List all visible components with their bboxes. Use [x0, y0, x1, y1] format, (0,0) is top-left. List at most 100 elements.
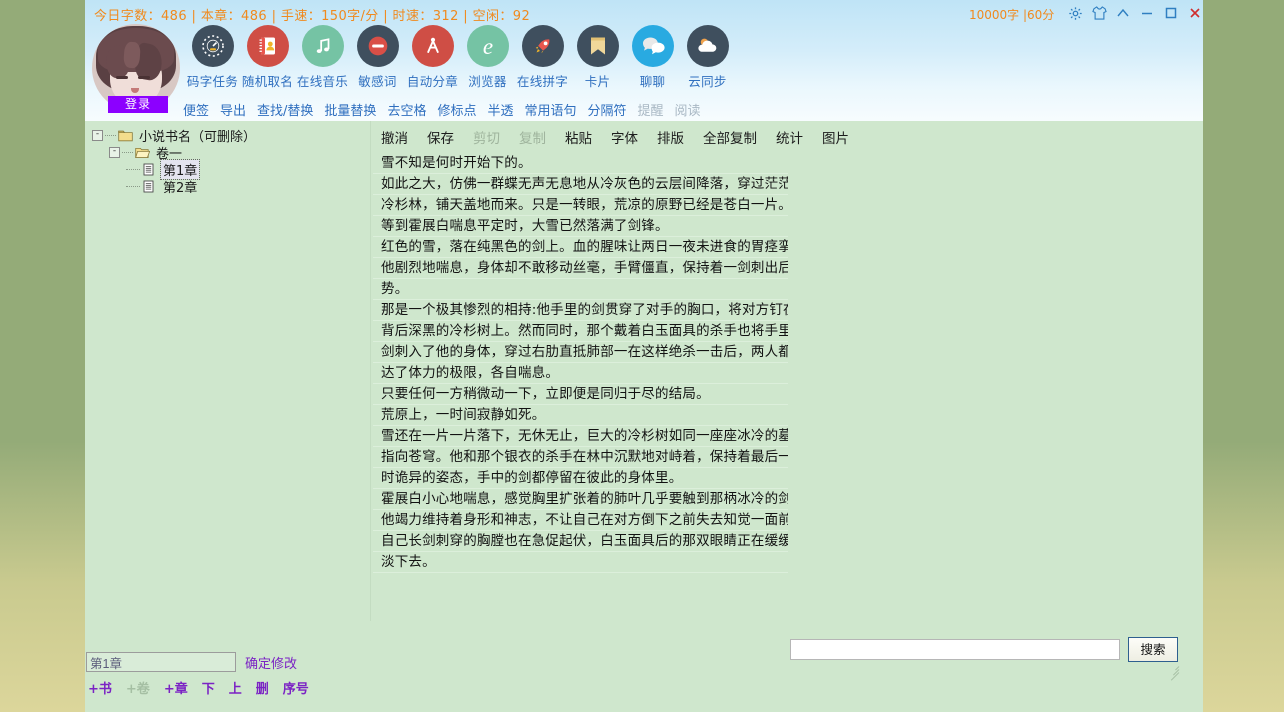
tree-node-book[interactable]: - 小说书名（可删除） — [85, 127, 370, 145]
editor-line: 冷杉林，铺天盖地而来。只是一转眼，荒凉的原野已经是苍白一片。 — [373, 195, 788, 216]
move-up-button[interactable]: 上 — [229, 678, 242, 697]
avatar[interactable]: 登录 — [92, 24, 182, 114]
editor-line: 红色的雪，落在纯黑色的剑上。血的腥味让两日一夜未进食的胃痉挛起来， — [373, 237, 788, 258]
image-button[interactable]: 图片 — [822, 127, 849, 147]
copy-all-button[interactable]: 全部复制 — [703, 127, 757, 147]
toolbar-label-8: 聊聊 — [639, 74, 666, 89]
volume-expander-icon[interactable]: - — [109, 147, 120, 158]
undo-button[interactable]: 撤消 — [381, 127, 408, 147]
confirm-modify-button[interactable]: 确定修改 — [245, 653, 297, 672]
editor-line: 荒原上，一时间寂静如死。 — [373, 405, 788, 426]
add-chapter-button[interactable]: +章 — [164, 678, 188, 697]
toolbar-item-6[interactable]: 在线拼字 — [515, 25, 570, 90]
svg-text:e: e — [482, 34, 492, 59]
toolbar-item-7[interactable]: 卡片 — [570, 25, 625, 90]
editor-line: 雪还在一片一片落下，无休无止，巨大的冷杉树如同一座座冰冷的墓碑 — [373, 426, 788, 447]
status-bar: 今日字数：486 | 本章：486 | 手速：150字/分 | 时速：312 |… — [85, 0, 1203, 26]
font-button[interactable]: 字体 — [611, 127, 638, 147]
shirt-icon[interactable] — [1087, 2, 1111, 24]
editor-line: 霍展白小心地喘息，感觉胸里扩张着的肺叶几乎要触到那柄冰冷的剑。 — [373, 489, 788, 510]
toolbar-item-3[interactable]: 敏感词 — [350, 25, 405, 90]
editor-line: 剑刺入了他的身体，穿过右肋直抵肺部一在这样绝杀一击后，两人都到 — [373, 342, 788, 363]
add-volume-button: +卷 — [125, 681, 150, 697]
editor-line: 时诡异的姿态，手中的剑都停留在彼此的身体里。 — [373, 468, 788, 489]
toolbar-label-1: 随机取名 — [241, 74, 294, 89]
toolbar-item-0[interactable]: 码字任务 — [185, 25, 240, 90]
window-controls — [1063, 2, 1203, 24]
add-book-button[interactable]: +书 — [88, 678, 112, 697]
link-separator[interactable]: 分隔符 — [588, 100, 627, 119]
toolbar-icon-row: 码字任务 随机取名 在线音乐 敏感词 自动分章 e 浏览器 在线拼字 卡片 聊聊… — [185, 25, 735, 95]
link-batch-replace[interactable]: 批量替换 — [324, 100, 376, 119]
chat-bubble-icon — [631, 25, 674, 67]
editor-line: 那是一个极其惨烈的相持:他手里的剑贯穿了对手的胸口，将对方钉在了 — [373, 300, 788, 321]
quota-text: 10000字 |60分 — [969, 8, 1055, 22]
link-remove-spaces[interactable]: 去空格 — [387, 100, 426, 119]
editor-line: 等到霍展白喘息平定时，大雪已然落满了剑锋。 — [373, 216, 788, 237]
tree-node-chapter-1[interactable]: 第1章 — [85, 159, 370, 180]
rocket-icon — [521, 25, 564, 67]
editor-line: 指向苍穹。他和那个银衣的杀手在林中沉默地对峙着，保持着最后一击 — [373, 447, 788, 468]
editor-line: 达了体力的极限，各自喘息。 — [373, 363, 788, 384]
link-reminder: 提醒 — [637, 103, 664, 119]
search-input[interactable] — [790, 639, 1120, 660]
toolbar-item-9[interactable]: 云同步 — [680, 25, 735, 90]
statistics-button[interactable]: 统计 — [776, 127, 803, 147]
layout-button[interactable]: 排版 — [657, 127, 684, 147]
editor-line: 淡下去。 — [373, 552, 788, 573]
editor-line: 势。 — [373, 279, 788, 300]
chapter-2-label: 第2章 — [163, 181, 198, 196]
panel-divider — [370, 121, 371, 621]
document-icon — [142, 163, 157, 176]
number-button[interactable]: 序号 — [283, 678, 309, 697]
text-editor[interactable]: 雪不知是何时开始下的。 如此之大，仿佛一群蝶无声无息地从冷灰色的云层间降落，穿过… — [373, 153, 788, 573]
resize-grip[interactable] — [1167, 661, 1180, 681]
save-button[interactable]: 保存 — [427, 127, 454, 147]
search-button[interactable]: 搜索 — [1128, 637, 1178, 662]
copy-button: 复制 — [519, 131, 546, 147]
link-find-replace[interactable]: 查找/替换 — [257, 100, 313, 119]
tree-action-buttons: +书 +卷 +章 下 上 删 序号 — [88, 677, 309, 697]
toolbar-label-6: 在线拼字 — [516, 74, 569, 89]
settings-icon[interactable] — [1063, 2, 1087, 24]
tree-node-volume[interactable]: - 卷一 — [85, 144, 370, 162]
no-entry-icon — [356, 25, 399, 67]
toolbar-item-2[interactable]: 在线音乐 — [295, 25, 350, 90]
open-folder-icon — [135, 146, 151, 159]
login-button[interactable]: 登录 — [108, 96, 168, 113]
search-area: 搜索 — [790, 637, 1180, 663]
link-biaoqian[interactable]: 便签 — [183, 100, 209, 119]
maximize-icon[interactable] — [1159, 2, 1183, 24]
link-export[interactable]: 导出 — [220, 100, 246, 119]
toolbar-item-5[interactable]: e 浏览器 — [460, 25, 515, 90]
minimize-icon[interactable] — [1135, 2, 1159, 24]
compass-icon — [411, 25, 454, 67]
toolbar-item-4[interactable]: 自动分章 — [405, 25, 460, 90]
link-common-phrases[interactable]: 常用语句 — [524, 100, 576, 119]
window-header: 今日字数：486 | 本章：486 | 手速：150字/分 | 时速：312 |… — [85, 0, 1203, 121]
tree-node-chapter-2[interactable]: 第2章 — [85, 178, 370, 196]
toolbar-label-5: 浏览器 — [468, 74, 507, 89]
chapter-name-input[interactable] — [86, 652, 236, 672]
close-icon[interactable] — [1183, 2, 1203, 24]
editor-line: 他竭力维持着身形和神志，不让自己在对方倒下之前失去知觉一面前被 — [373, 510, 788, 531]
editor-line: 他剧烈地喘息，身体却不敢移动丝毫，手臂僵直，保持着一剑刺出后的姿 — [373, 258, 788, 279]
toolbar-label-3: 敏感词 — [358, 74, 397, 89]
music-note-icon — [301, 25, 344, 67]
link-translucent[interactable]: 半透 — [487, 100, 513, 119]
delete-button[interactable]: 删 — [256, 678, 269, 697]
application-window: 今日字数：486 | 本章：486 | 手速：150字/分 | 时速：312 |… — [85, 0, 1203, 712]
toolbar-label-0: 码字任务 — [186, 74, 239, 89]
book-expander-icon[interactable]: - — [92, 130, 103, 141]
paste-button[interactable]: 粘贴 — [565, 127, 592, 147]
toolbar-item-1[interactable]: 随机取名 — [240, 25, 295, 90]
window-body: - 小说书名（可删除） - 卷一 第1章 第2章 撤消 保存 剪切 复制 粘贴 … — [85, 121, 1203, 712]
toolbar-item-8[interactable]: 聊聊 — [625, 25, 680, 90]
link-fix-punctuation[interactable]: 修标点 — [437, 100, 476, 119]
toolbar-label-9: 云同步 — [688, 74, 727, 89]
editor-line: 如此之大，仿佛一群蝶无声无息地从冷灰色的云层间降落，穿过茫茫的 — [373, 174, 788, 195]
move-down-button[interactable]: 下 — [202, 678, 215, 697]
secondary-link-row: 便签 导出 查找/替换 批量替换 去空格 修标点 半透 常用语句 分隔符 提醒 … — [183, 99, 701, 119]
link-read: 阅读 — [674, 103, 701, 119]
collapse-icon[interactable] — [1111, 2, 1135, 24]
